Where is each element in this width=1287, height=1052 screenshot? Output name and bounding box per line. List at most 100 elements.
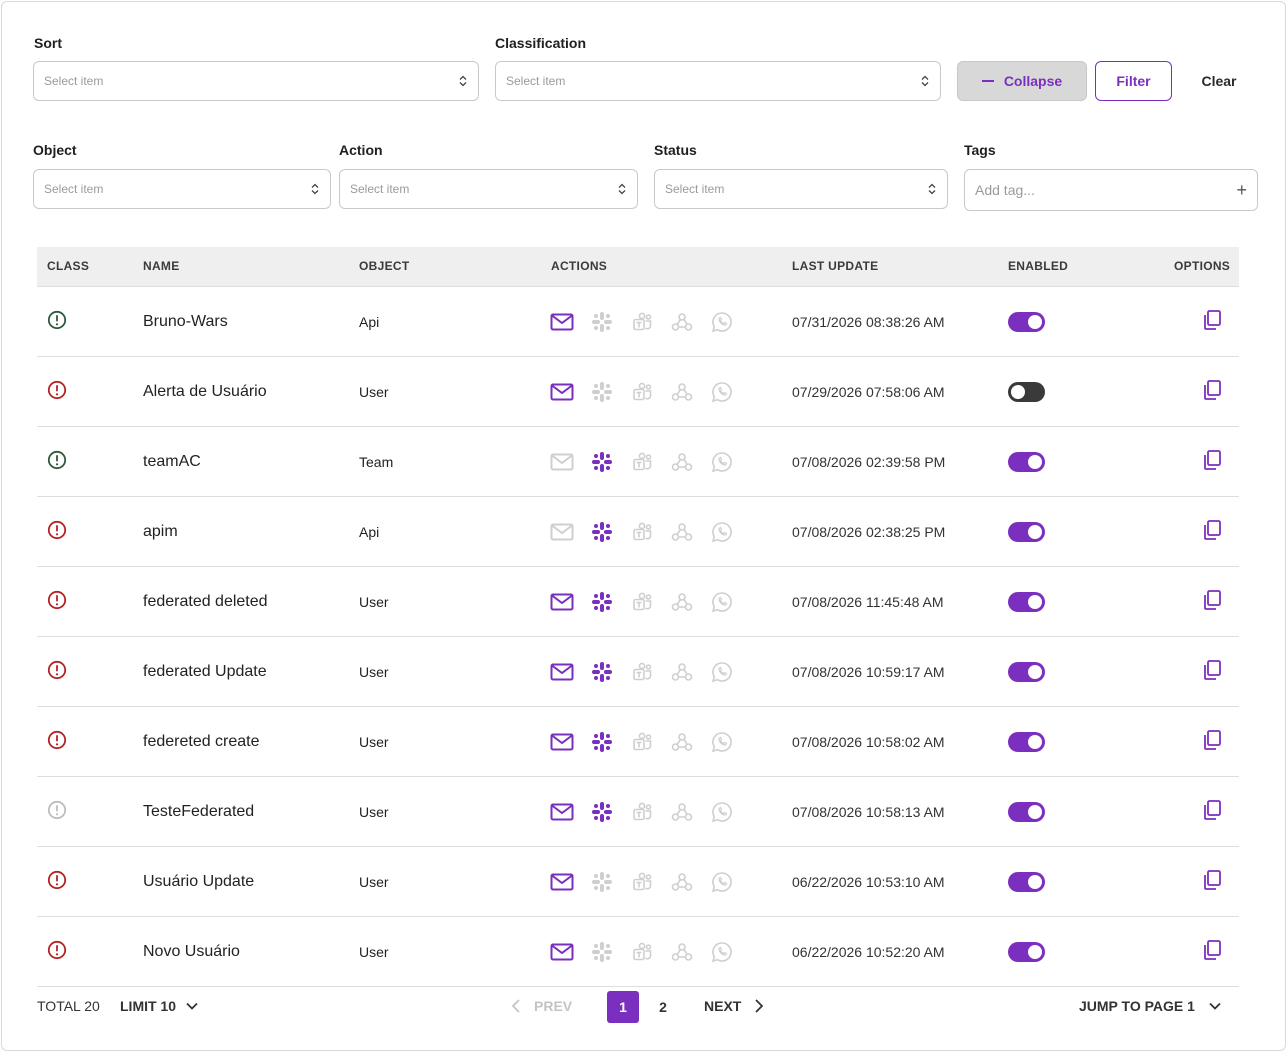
whatsapp-icon[interactable] (710, 871, 734, 893)
copy-icon[interactable] (1201, 449, 1223, 476)
enabled-toggle[interactable] (1008, 312, 1045, 332)
slack-icon[interactable] (590, 451, 614, 473)
enabled-toggle[interactable] (1008, 382, 1045, 402)
copy-icon[interactable] (1201, 869, 1223, 896)
classification-select[interactable]: Select item (495, 61, 941, 101)
enabled-toggle[interactable] (1008, 942, 1045, 962)
teams-icon[interactable] (630, 661, 654, 683)
webhook-icon[interactable] (670, 801, 694, 823)
whatsapp-icon[interactable] (710, 661, 734, 683)
copy-icon[interactable] (1201, 939, 1223, 966)
slack-icon[interactable] (590, 381, 614, 403)
whatsapp-icon[interactable] (710, 451, 734, 473)
clear-button[interactable]: Clear (1188, 61, 1250, 101)
teams-icon[interactable] (630, 521, 654, 543)
email-icon[interactable] (550, 311, 574, 333)
jump-to-page-select[interactable]: JUMP TO PAGE 1 (1079, 998, 1221, 1014)
table-row[interactable]: apim Api 07/08/2026 02:38:25 PM (37, 497, 1239, 567)
webhook-icon[interactable] (670, 521, 694, 543)
copy-icon[interactable] (1201, 799, 1223, 826)
webhook-icon[interactable] (670, 591, 694, 613)
whatsapp-icon[interactable] (710, 731, 734, 753)
email-icon[interactable] (550, 871, 574, 893)
filter-button[interactable]: Filter (1095, 61, 1172, 101)
whatsapp-icon[interactable] (710, 591, 734, 613)
table-row[interactable]: federeted create User 07/08/2026 10:58:0… (37, 707, 1239, 777)
email-icon[interactable] (550, 731, 574, 753)
slack-icon[interactable] (590, 731, 614, 753)
webhook-icon[interactable] (670, 381, 694, 403)
whatsapp-icon[interactable] (710, 311, 734, 333)
copy-icon[interactable] (1201, 309, 1223, 336)
table-row[interactable]: TesteFederated User 07/08/2026 10:58:13 … (37, 777, 1239, 847)
copy-icon[interactable] (1201, 659, 1223, 686)
email-icon[interactable] (550, 661, 574, 683)
webhook-icon[interactable] (670, 311, 694, 333)
table-row[interactable]: federated deleted User 07/08/2026 11:45:… (37, 567, 1239, 637)
email-icon[interactable] (550, 381, 574, 403)
enabled-toggle[interactable] (1008, 872, 1045, 892)
table-row[interactable]: federated Update User 07/08/2026 10:59:1… (37, 637, 1239, 707)
table-row[interactable]: Bruno-Wars Api 07/31/2026 08:38:26 AM (37, 287, 1239, 357)
enabled-toggle[interactable] (1008, 452, 1045, 472)
table-header: CLASS NAME OBJECT ACTIONS LAST UPDATE EN… (37, 247, 1239, 287)
status-select[interactable]: Select item (654, 169, 948, 209)
email-icon[interactable] (550, 521, 574, 543)
page-1-button[interactable]: 1 (607, 991, 639, 1023)
email-icon[interactable] (550, 451, 574, 473)
webhook-icon[interactable] (670, 731, 694, 753)
teams-icon[interactable] (630, 871, 654, 893)
table-row[interactable]: teamAC Team 07/08/2026 02:39:58 PM (37, 427, 1239, 497)
teams-icon[interactable] (630, 801, 654, 823)
teams-icon[interactable] (630, 451, 654, 473)
alert-object: User (359, 384, 389, 400)
teams-icon[interactable] (630, 311, 654, 333)
enabled-toggle[interactable] (1008, 802, 1045, 822)
webhook-icon[interactable] (670, 661, 694, 683)
slack-icon[interactable] (590, 871, 614, 893)
collapse-button[interactable]: Collapse (957, 61, 1087, 101)
slack-icon[interactable] (590, 661, 614, 683)
whatsapp-icon[interactable] (710, 801, 734, 823)
next-button[interactable]: NEXT (704, 998, 764, 1014)
slack-icon[interactable] (590, 311, 614, 333)
whatsapp-icon[interactable] (710, 381, 734, 403)
enabled-toggle[interactable] (1008, 732, 1045, 752)
tags-input[interactable]: Add tag... + (964, 169, 1258, 211)
teams-icon[interactable] (630, 591, 654, 613)
email-icon[interactable] (550, 941, 574, 963)
enabled-toggle[interactable] (1008, 592, 1045, 612)
action-select[interactable]: Select item (339, 169, 638, 209)
enabled-toggle[interactable] (1008, 522, 1045, 542)
table-row[interactable]: Novo Usuário User 06/22/2026 10:52:20 AM (37, 917, 1239, 987)
sort-select[interactable]: Select item (33, 61, 479, 101)
prev-button[interactable]: PREV (512, 998, 572, 1014)
whatsapp-icon[interactable] (710, 521, 734, 543)
webhook-icon[interactable] (670, 451, 694, 473)
page-2-button[interactable]: 2 (647, 991, 679, 1023)
object-placeholder: Select item (44, 182, 104, 196)
copy-icon[interactable] (1201, 519, 1223, 546)
add-tag-icon[interactable]: + (1236, 181, 1247, 199)
email-icon[interactable] (550, 591, 574, 613)
table-row[interactable]: Usuário Update User 06/22/2026 10:53:10 … (37, 847, 1239, 917)
last-update: 07/08/2026 10:59:17 AM (792, 664, 945, 680)
slack-icon[interactable] (590, 801, 614, 823)
copy-icon[interactable] (1201, 379, 1223, 406)
teams-icon[interactable] (630, 381, 654, 403)
teams-icon[interactable] (630, 941, 654, 963)
email-icon[interactable] (550, 801, 574, 823)
table-row[interactable]: Alerta de Usuário User 07/29/2026 07:58:… (37, 357, 1239, 427)
whatsapp-icon[interactable] (710, 941, 734, 963)
enabled-toggle[interactable] (1008, 662, 1045, 682)
copy-icon[interactable] (1201, 729, 1223, 756)
teams-icon[interactable] (630, 731, 654, 753)
slack-icon[interactable] (590, 521, 614, 543)
slack-icon[interactable] (590, 941, 614, 963)
webhook-icon[interactable] (670, 941, 694, 963)
object-select[interactable]: Select item (33, 169, 331, 209)
webhook-icon[interactable] (670, 871, 694, 893)
copy-icon[interactable] (1201, 589, 1223, 616)
limit-select[interactable]: LIMIT 10 (120, 998, 198, 1014)
slack-icon[interactable] (590, 591, 614, 613)
